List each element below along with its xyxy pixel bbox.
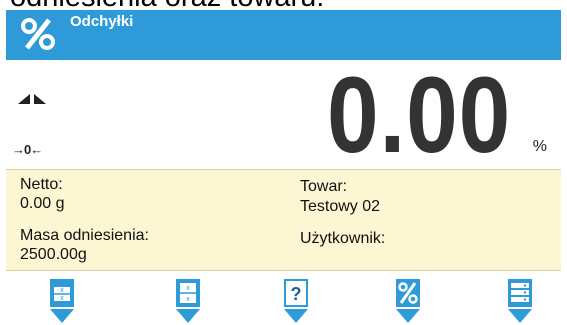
softkey-arrow [50, 309, 74, 323]
help-icon: ? [284, 279, 308, 307]
softkey-reference-weight[interactable]: x x [44, 279, 80, 325]
mode-title: Odchyłki [70, 13, 134, 30]
result-unit: % [532, 138, 547, 155]
result-value: 0.00 [326, 54, 511, 175]
percent-icon [21, 18, 55, 50]
softkey-bar: x x x x ? [6, 271, 561, 324]
tolerance-icon: x x [176, 279, 200, 307]
svg-text:x: x [186, 296, 190, 303]
percent-icon [396, 279, 420, 307]
softkey-database[interactable] [502, 279, 538, 325]
product-label: Towar: [300, 178, 348, 195]
softkey-arrow [508, 309, 532, 323]
softkey-arrow [176, 309, 200, 323]
reference-mass-value: 2500.00g [20, 246, 87, 263]
reference-weight-icon: x x [50, 279, 74, 307]
info-panel[interactable]: Netto: 0.00 g Masa odniesienia: 2500.00g… [6, 169, 561, 271]
database-icon [508, 279, 532, 307]
softkey-help[interactable]: ? [278, 279, 314, 325]
svg-text:?: ? [291, 284, 302, 304]
user-label: Użytkownik: [300, 230, 386, 247]
product-value: Testowy 02 [300, 198, 381, 215]
weight-readout: →0← 0.00 % [6, 54, 561, 175]
netto-value: 0.00 g [20, 195, 65, 212]
zero-indicator: →0← [12, 142, 43, 157]
softkey-arrow [284, 309, 308, 323]
svg-text:x: x [186, 285, 190, 292]
stability-marker-icon [18, 94, 46, 104]
netto-label: Netto: [20, 176, 63, 193]
reference-mass-label: Masa odniesienia: [20, 227, 149, 244]
svg-text:x: x [60, 287, 64, 294]
softkey-percent[interactable] [390, 279, 426, 325]
softkey-arrow [396, 309, 420, 323]
svg-text:x: x [60, 295, 64, 302]
softkey-tolerance[interactable]: x x [170, 279, 206, 325]
